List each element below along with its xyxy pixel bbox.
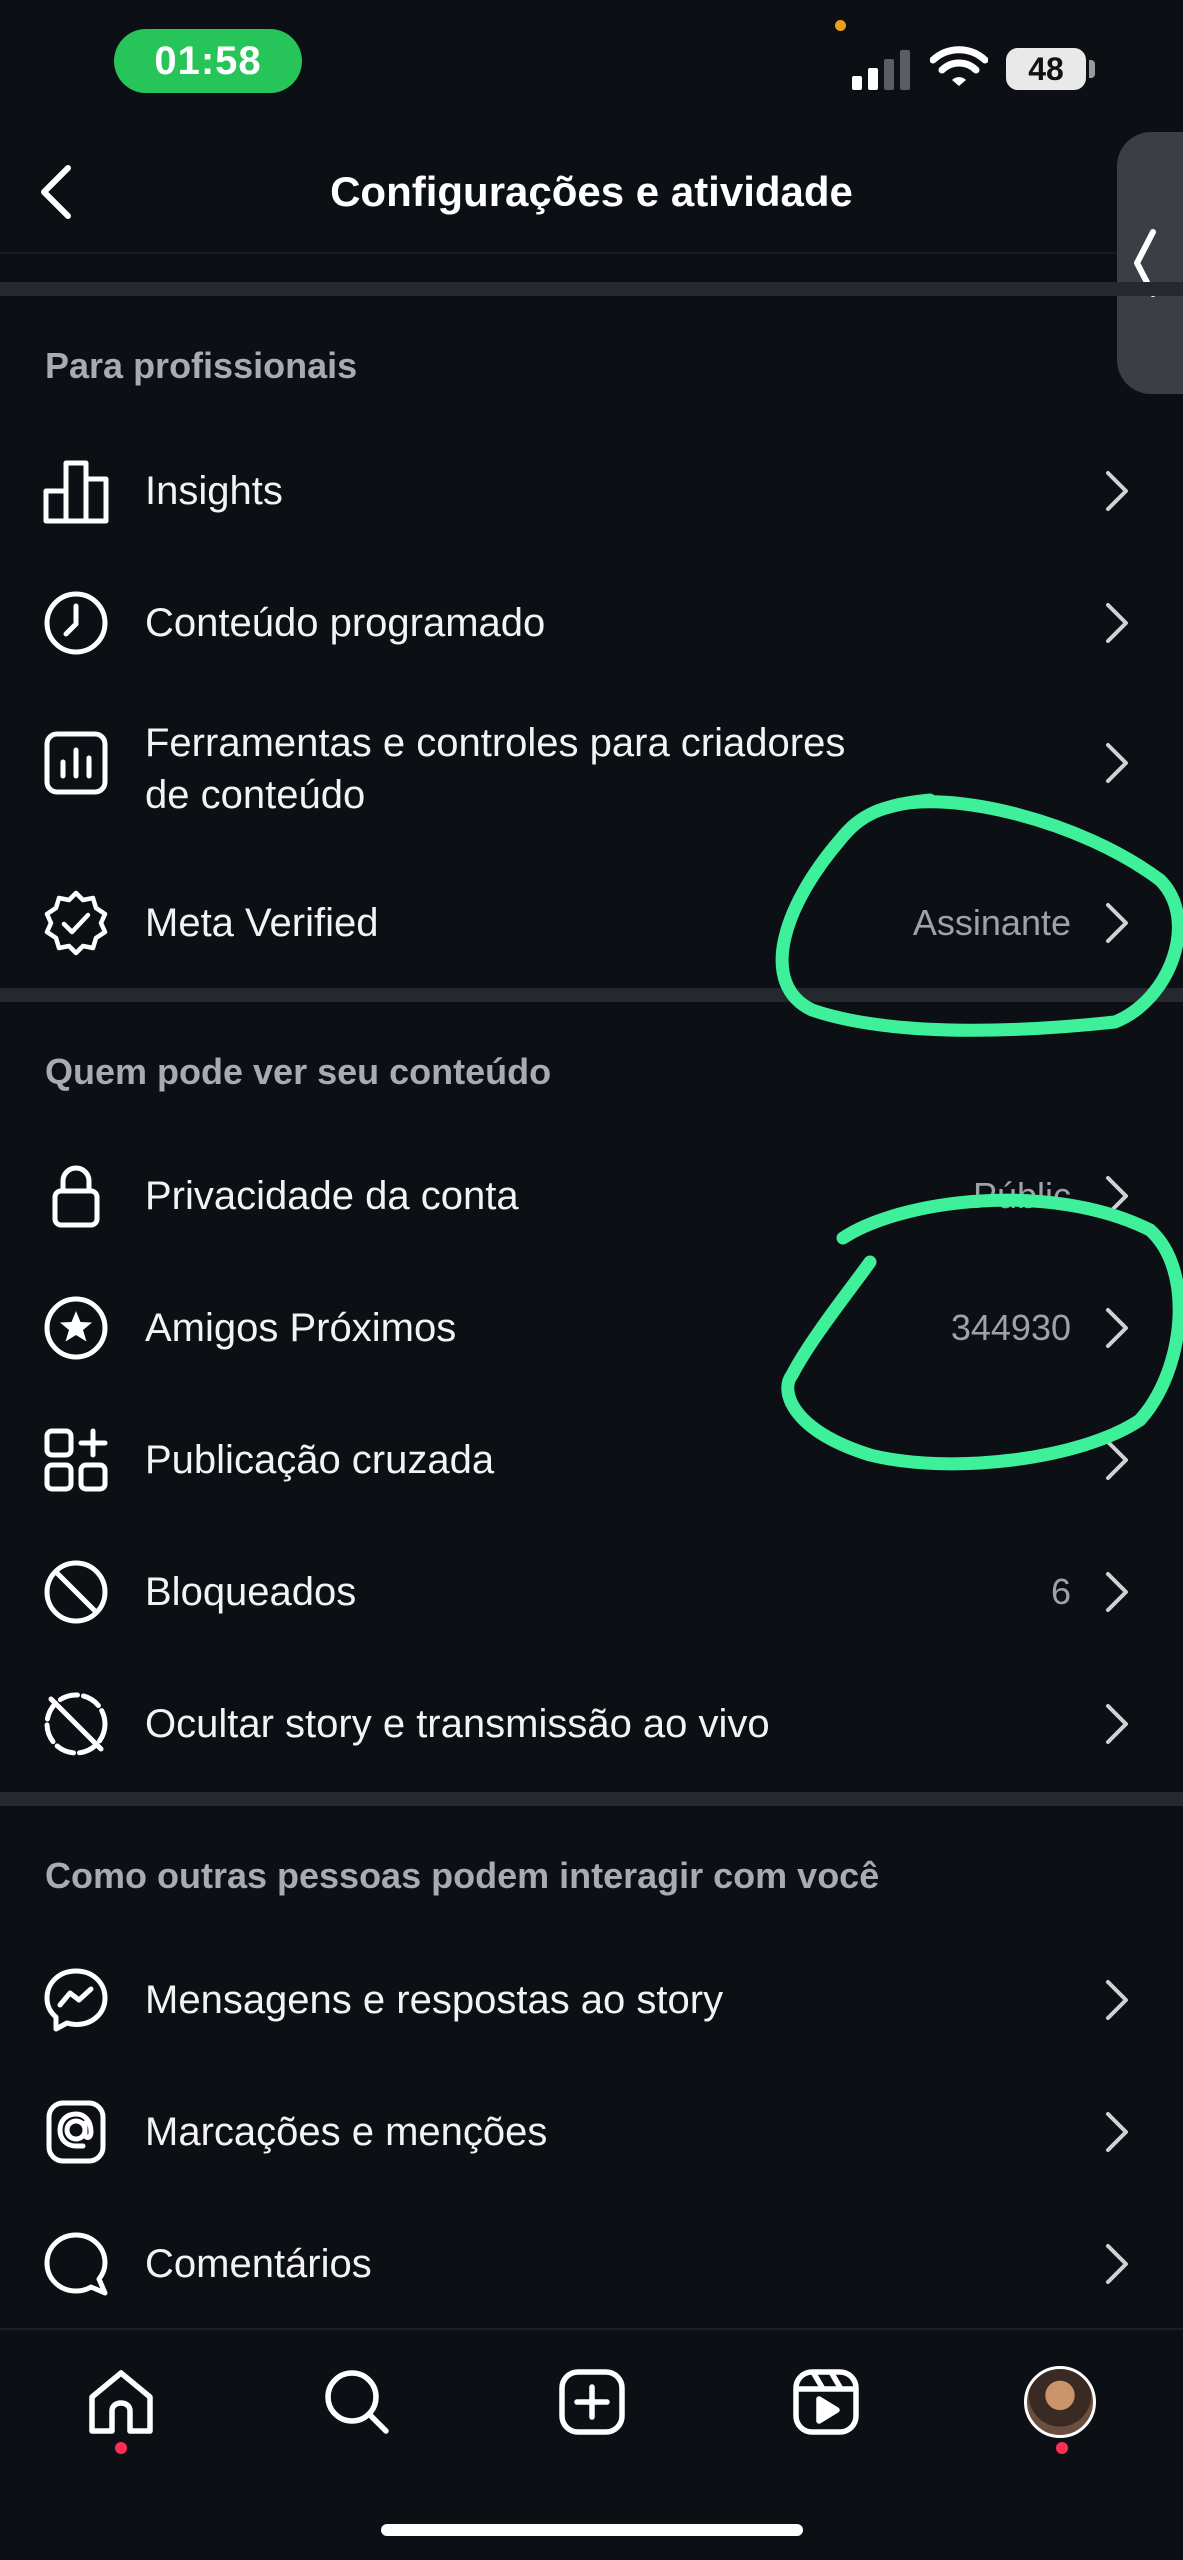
row-label-line2: de conteúdo xyxy=(145,773,366,817)
status-clock: 01:58 xyxy=(114,29,302,93)
row-insights[interactable]: Insights xyxy=(0,425,1183,557)
chevron-right-icon xyxy=(1100,1172,1134,1220)
row-value-close-friends-count: 344930 xyxy=(950,1307,1071,1348)
row-comments[interactable]: Comentários xyxy=(0,2198,1183,2330)
row-tags-mentions[interactable]: Marcações e menções xyxy=(0,2066,1183,2198)
home-icon xyxy=(89,2370,153,2434)
profile-notification-dot xyxy=(1056,2442,1068,2454)
nav-profile[interactable] xyxy=(1018,2360,1102,2444)
verified-badge-icon xyxy=(42,889,110,957)
row-close-friends[interactable]: Amigos Próximos 344930 xyxy=(0,1262,1183,1394)
section-divider xyxy=(0,988,1183,1002)
row-value-privacy: Públic xyxy=(972,1175,1071,1216)
nav-create[interactable] xyxy=(550,2360,634,2444)
row-label: Publicação cruzada xyxy=(145,1438,495,1482)
header-divider xyxy=(0,252,1183,254)
star-circle-icon xyxy=(42,1294,110,1362)
row-label: Conteúdo programado xyxy=(145,601,546,645)
bar-chart-icon xyxy=(42,457,110,525)
chevron-right-icon xyxy=(1100,1700,1134,1748)
section-divider xyxy=(0,1792,1183,1806)
row-blocked[interactable]: Bloqueados 6 xyxy=(0,1526,1183,1658)
row-label: Mensagens e respostas ao story xyxy=(145,1978,724,2022)
row-creator-tools[interactable]: Ferramentas e controles para criadores d… xyxy=(0,689,1183,849)
home-indicator[interactable] xyxy=(381,2524,803,2536)
row-hide-story[interactable]: Ocultar story e transmissão ao vivo xyxy=(0,1658,1183,1790)
dashboard-icon xyxy=(42,729,110,797)
row-label: Ferramentas e controles para criadores xyxy=(145,721,846,765)
messenger-icon xyxy=(42,1966,110,2034)
comment-icon xyxy=(42,2230,110,2298)
wifi-icon xyxy=(930,46,988,86)
row-label: Amigos Próximos xyxy=(145,1306,457,1350)
mic-indicator-icon xyxy=(835,20,846,31)
blocked-icon xyxy=(42,1558,110,1626)
chevron-right-icon xyxy=(1100,2108,1134,2156)
chevron-right-icon xyxy=(1100,2240,1134,2288)
battery-tip xyxy=(1089,60,1095,78)
nav-search[interactable] xyxy=(315,2360,399,2444)
reels-icon xyxy=(793,2369,859,2435)
section-header-who-can-see: Quem pode ver seu conteúdo xyxy=(45,1051,552,1092)
row-crossposting[interactable]: Publicação cruzada xyxy=(0,1394,1183,1526)
chevron-right-icon xyxy=(1100,1976,1134,2024)
row-value-subscriber: Assinante xyxy=(912,902,1071,943)
chevron-right-icon xyxy=(1100,739,1134,787)
page-title: Configurações e atividade xyxy=(330,168,853,215)
chevron-right-icon xyxy=(1100,1568,1134,1616)
search-icon xyxy=(325,2370,389,2434)
chevron-right-icon xyxy=(1100,599,1134,647)
side-panel-handle[interactable] xyxy=(1117,132,1183,394)
section-header-interactions: Como outras pessoas podem interagir com … xyxy=(45,1855,880,1896)
clock-icon xyxy=(42,589,110,657)
row-label: Marcações e menções xyxy=(145,2110,548,2154)
row-messages-story-replies[interactable]: Mensagens e respostas ao story xyxy=(0,1934,1183,2066)
grid-plus-icon xyxy=(42,1426,110,1494)
chevron-right-icon xyxy=(1100,467,1134,515)
lock-icon xyxy=(42,1162,110,1230)
row-account-privacy[interactable]: Privacidade da conta Públic xyxy=(0,1130,1183,1262)
row-value-blocked-count: 6 xyxy=(1050,1571,1071,1612)
hide-story-icon xyxy=(42,1690,110,1758)
chevron-right-icon xyxy=(1100,899,1134,947)
row-label: Bloqueados xyxy=(145,1570,357,1614)
row-label: Insights xyxy=(145,469,283,513)
row-label: Privacidade da conta xyxy=(145,1174,519,1218)
row-meta-verified[interactable]: Meta Verified Assinante xyxy=(0,857,1183,989)
row-label: Comentários xyxy=(145,2242,372,2286)
create-icon xyxy=(559,2369,625,2435)
cellular-signal-icon xyxy=(852,50,910,90)
row-label: Ocultar story e transmissão ao vivo xyxy=(145,1702,770,1746)
at-sign-icon xyxy=(42,2098,110,2166)
section-divider xyxy=(0,282,1183,296)
battery-indicator: 48 xyxy=(1006,48,1086,90)
chevron-right-icon xyxy=(1100,1436,1134,1484)
section-header-professionals: Para profissionais xyxy=(45,345,358,386)
nav-home[interactable] xyxy=(79,2360,163,2444)
settings-screen: 01:58 48 Configurações e atividade Para … xyxy=(0,0,1183,2560)
home-notification-dot xyxy=(115,2442,127,2454)
profile-avatar xyxy=(1024,2366,1096,2438)
chevron-right-icon xyxy=(1100,1304,1134,1352)
nav-reels[interactable] xyxy=(784,2360,868,2444)
row-scheduled-content[interactable]: Conteúdo programado xyxy=(0,557,1183,689)
row-label: Meta Verified xyxy=(145,901,379,945)
